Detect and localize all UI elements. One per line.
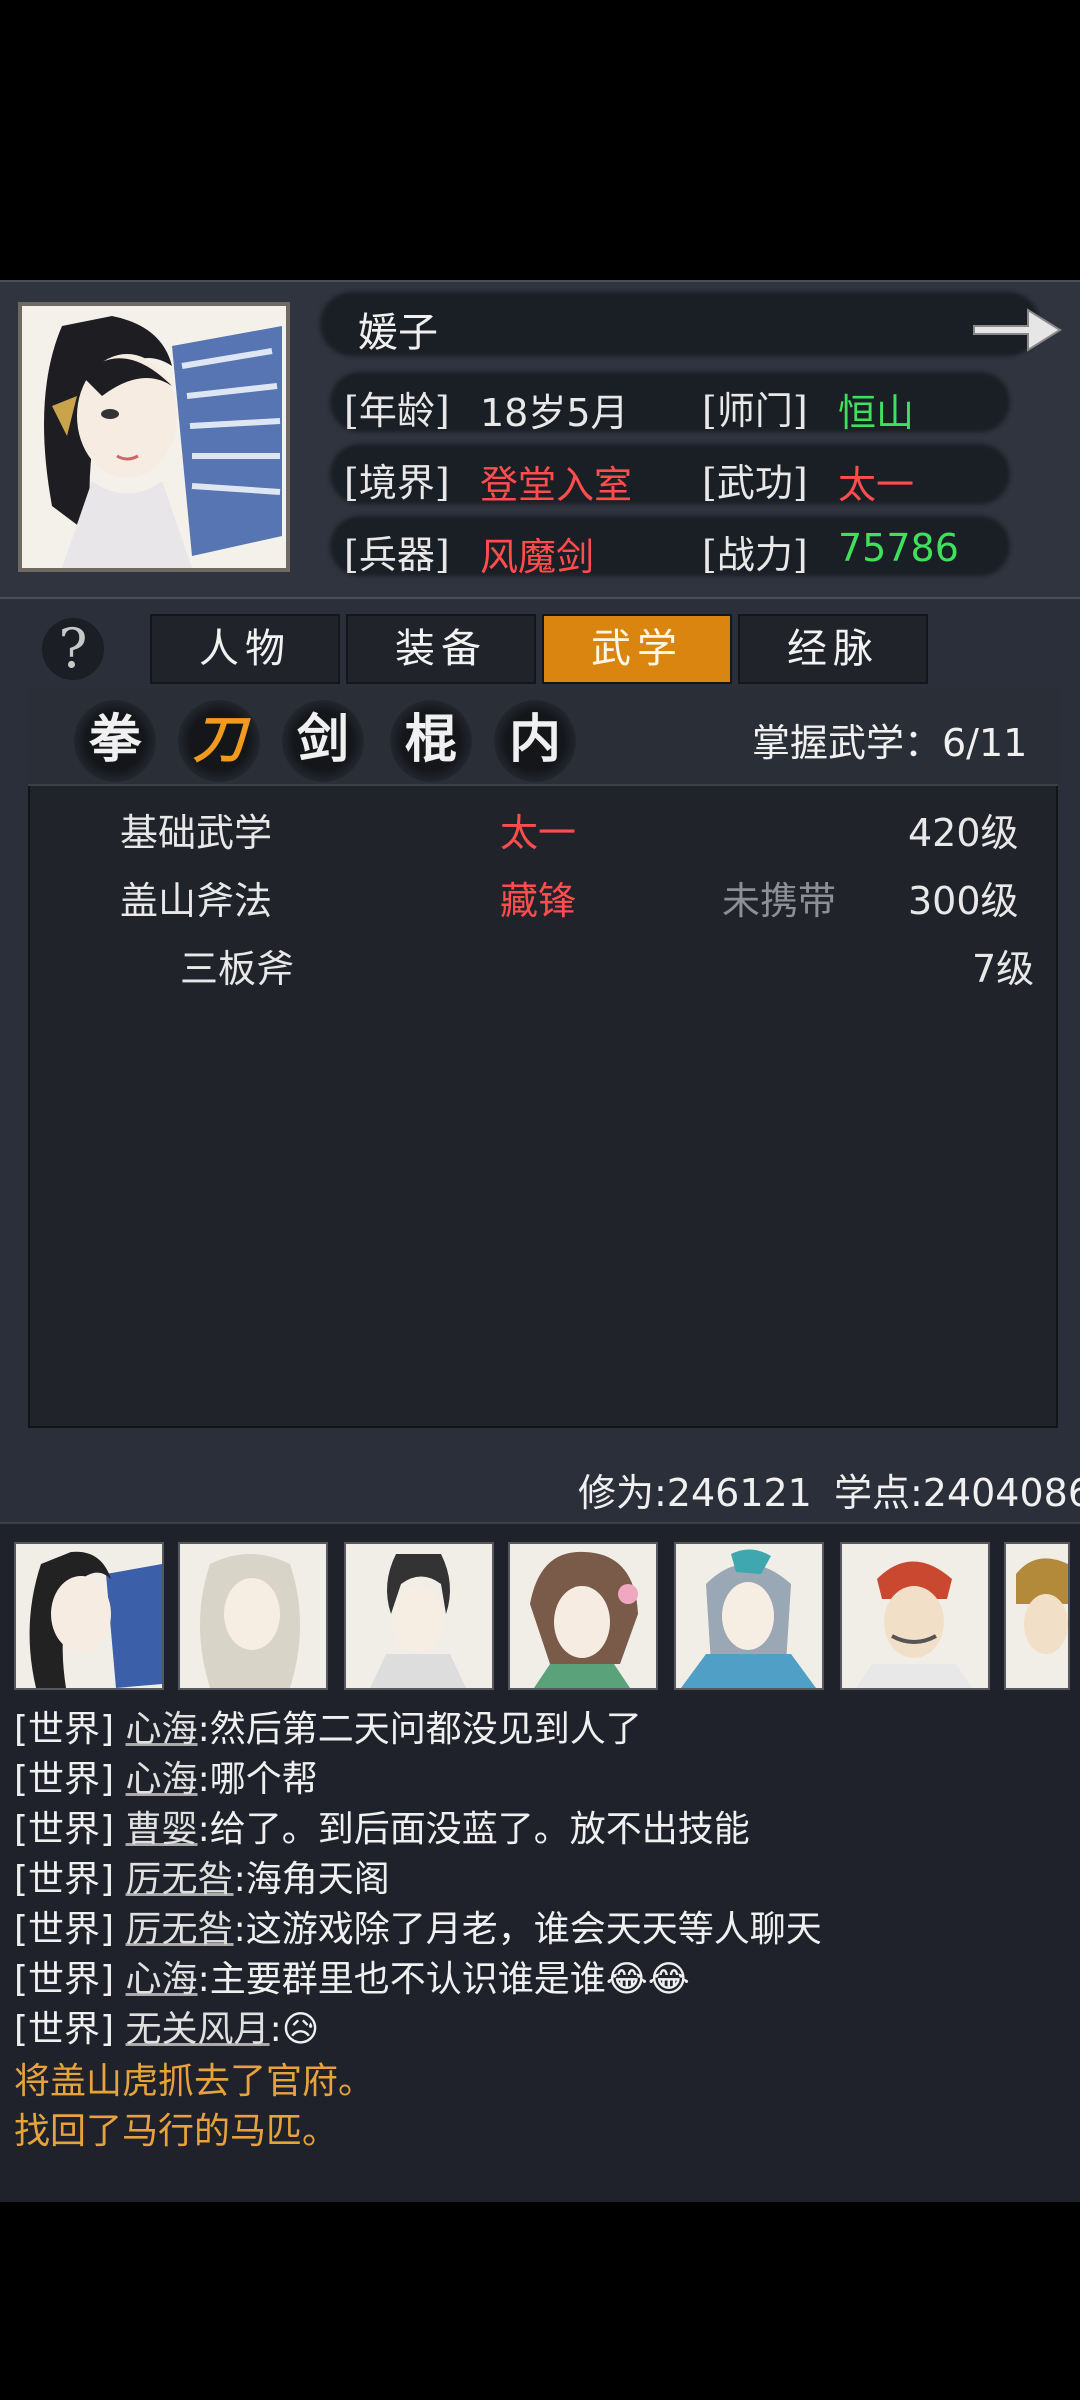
category-internal[interactable]: 内	[494, 700, 576, 782]
combat-power-value: 75786	[838, 526, 959, 570]
avatar-illustration	[676, 1544, 822, 1688]
chat-sender[interactable]: 厉无咎	[126, 1859, 234, 1900]
chat-sender[interactable]: 无关风月	[126, 2009, 270, 2050]
party-avatar[interactable]	[674, 1542, 824, 1690]
avatar-illustration	[16, 1544, 162, 1688]
skill-level: 420级	[908, 811, 1019, 855]
portrait-illustration	[22, 306, 286, 568]
chat-message: [世界] 厉无咎:海角天阁	[14, 1850, 390, 1902]
category-fist[interactable]: 拳	[74, 700, 156, 782]
character-name: 媛子	[358, 310, 438, 356]
martial-arts-list-panel	[28, 688, 1058, 1428]
avatar-illustration	[842, 1544, 988, 1688]
chat-text: :给了。到后面没蓝了。放不出技能	[197, 1809, 750, 1850]
avatar-illustration	[346, 1544, 492, 1688]
chat-message: [世界] 心海:然后第二天问都没见到人了	[14, 1700, 642, 1752]
age-label: [年龄]	[344, 389, 450, 433]
chat-channel: [世界]	[14, 1809, 115, 1850]
avatar-illustration	[1006, 1544, 1068, 1688]
party-avatar[interactable]	[1004, 1542, 1070, 1690]
martial-skill-label: [武功]	[702, 461, 808, 505]
category-blade[interactable]: 刀	[178, 700, 260, 782]
chat-sender[interactable]: 心海	[126, 1959, 198, 2000]
chat-channel: [世界]	[14, 1909, 115, 1950]
chat-text: :这游戏除了月老，谁会天天等人聊天	[233, 1909, 822, 1950]
tab-equipment[interactable]: 装备	[346, 614, 536, 684]
skill-level: 300级	[908, 879, 1019, 923]
category-sword[interactable]: 剑	[282, 700, 364, 782]
chat-message: [世界] 无关风月:😥	[14, 2000, 319, 2052]
system-message: 找回了马行的马匹。	[14, 2111, 339, 2152]
system-message: 将盖山虎抓去了官府。	[14, 2061, 375, 2102]
party-avatar[interactable]	[840, 1542, 990, 1690]
cultivation-value: 修为:246121	[578, 1471, 812, 1515]
skill-style: 太一	[500, 811, 577, 855]
realm-label: [境界]	[344, 461, 450, 505]
skill-name: 盖山斧法	[120, 879, 273, 923]
cultivation-points: 修为:246121 学点:2404086	[578, 1462, 1080, 1517]
chat-channel: [世界]	[14, 1759, 115, 1800]
sect-label: [师门]	[702, 389, 808, 433]
chat-message: [世界] 心海:哪个帮	[14, 1750, 318, 1802]
next-arrow-button[interactable]	[968, 298, 1064, 362]
party-avatar[interactable]	[508, 1542, 658, 1690]
tab-martial-arts[interactable]: 武学	[542, 614, 732, 684]
martial-skill-value: 太一	[838, 463, 915, 507]
chat-sender[interactable]: 曹婴	[126, 1809, 198, 1850]
character-portrait[interactable]	[18, 302, 290, 572]
age-value: 18岁5月	[480, 391, 629, 435]
skill-name: 基础武学	[120, 811, 273, 855]
tab-character[interactable]: 人物	[150, 614, 340, 684]
chat-sender[interactable]: 心海	[126, 1709, 198, 1750]
mastery-count: 掌握武学：6/11	[752, 721, 1028, 765]
chat-message: [世界] 心海:主要群里也不认识谁是谁😂😂	[14, 1950, 690, 2002]
learning-points-value: 学点:2404086	[833, 1471, 1080, 1515]
chat-channel: [世界]	[14, 1859, 115, 1900]
skill-name: 三板斧	[180, 947, 295, 991]
combat-power-label: [战力]	[702, 533, 808, 577]
party-avatar[interactable]	[344, 1542, 494, 1690]
skill-style: 藏锋	[500, 879, 577, 923]
arrow-right-icon	[973, 308, 1062, 352]
party-avatar[interactable]	[14, 1542, 164, 1690]
avatar-illustration	[510, 1544, 656, 1688]
avatar-illustration	[180, 1544, 326, 1688]
chat-sender[interactable]: 厉无咎	[126, 1909, 234, 1950]
sect-value: 恒山	[838, 391, 915, 435]
chat-text: :主要群里也不认识谁是谁😂😂	[197, 1959, 690, 2000]
category-staff[interactable]: 棍	[390, 700, 472, 782]
chat-text: :然后第二天问都没见到人了	[197, 1709, 642, 1750]
chat-message: [世界] 曹婴:给了。到后面没蓝了。放不出技能	[14, 1800, 750, 1852]
help-icon[interactable]: ?	[42, 618, 104, 680]
chat-channel: [世界]	[14, 2009, 115, 2050]
chat-text: :😥	[269, 2009, 320, 2050]
chat-channel: [世界]	[14, 1959, 115, 2000]
chat-text: :海角天阁	[233, 1859, 390, 1900]
skill-level: 7级	[972, 947, 1035, 991]
chat-sender[interactable]: 心海	[126, 1759, 198, 1800]
skill-status: 未携带	[722, 879, 837, 923]
weapon-label: [兵器]	[344, 533, 450, 577]
weapon-value: 风魔剑	[480, 535, 595, 579]
chat-message: [世界] 厉无咎:这游戏除了月老，谁会天天等人聊天	[14, 1900, 822, 1952]
chat-channel: [世界]	[14, 1709, 115, 1750]
party-avatar[interactable]	[178, 1542, 328, 1690]
realm-value: 登堂入室	[480, 463, 633, 507]
tab-meridians[interactable]: 经脉	[738, 614, 928, 684]
chat-text: :哪个帮	[197, 1759, 318, 1800]
